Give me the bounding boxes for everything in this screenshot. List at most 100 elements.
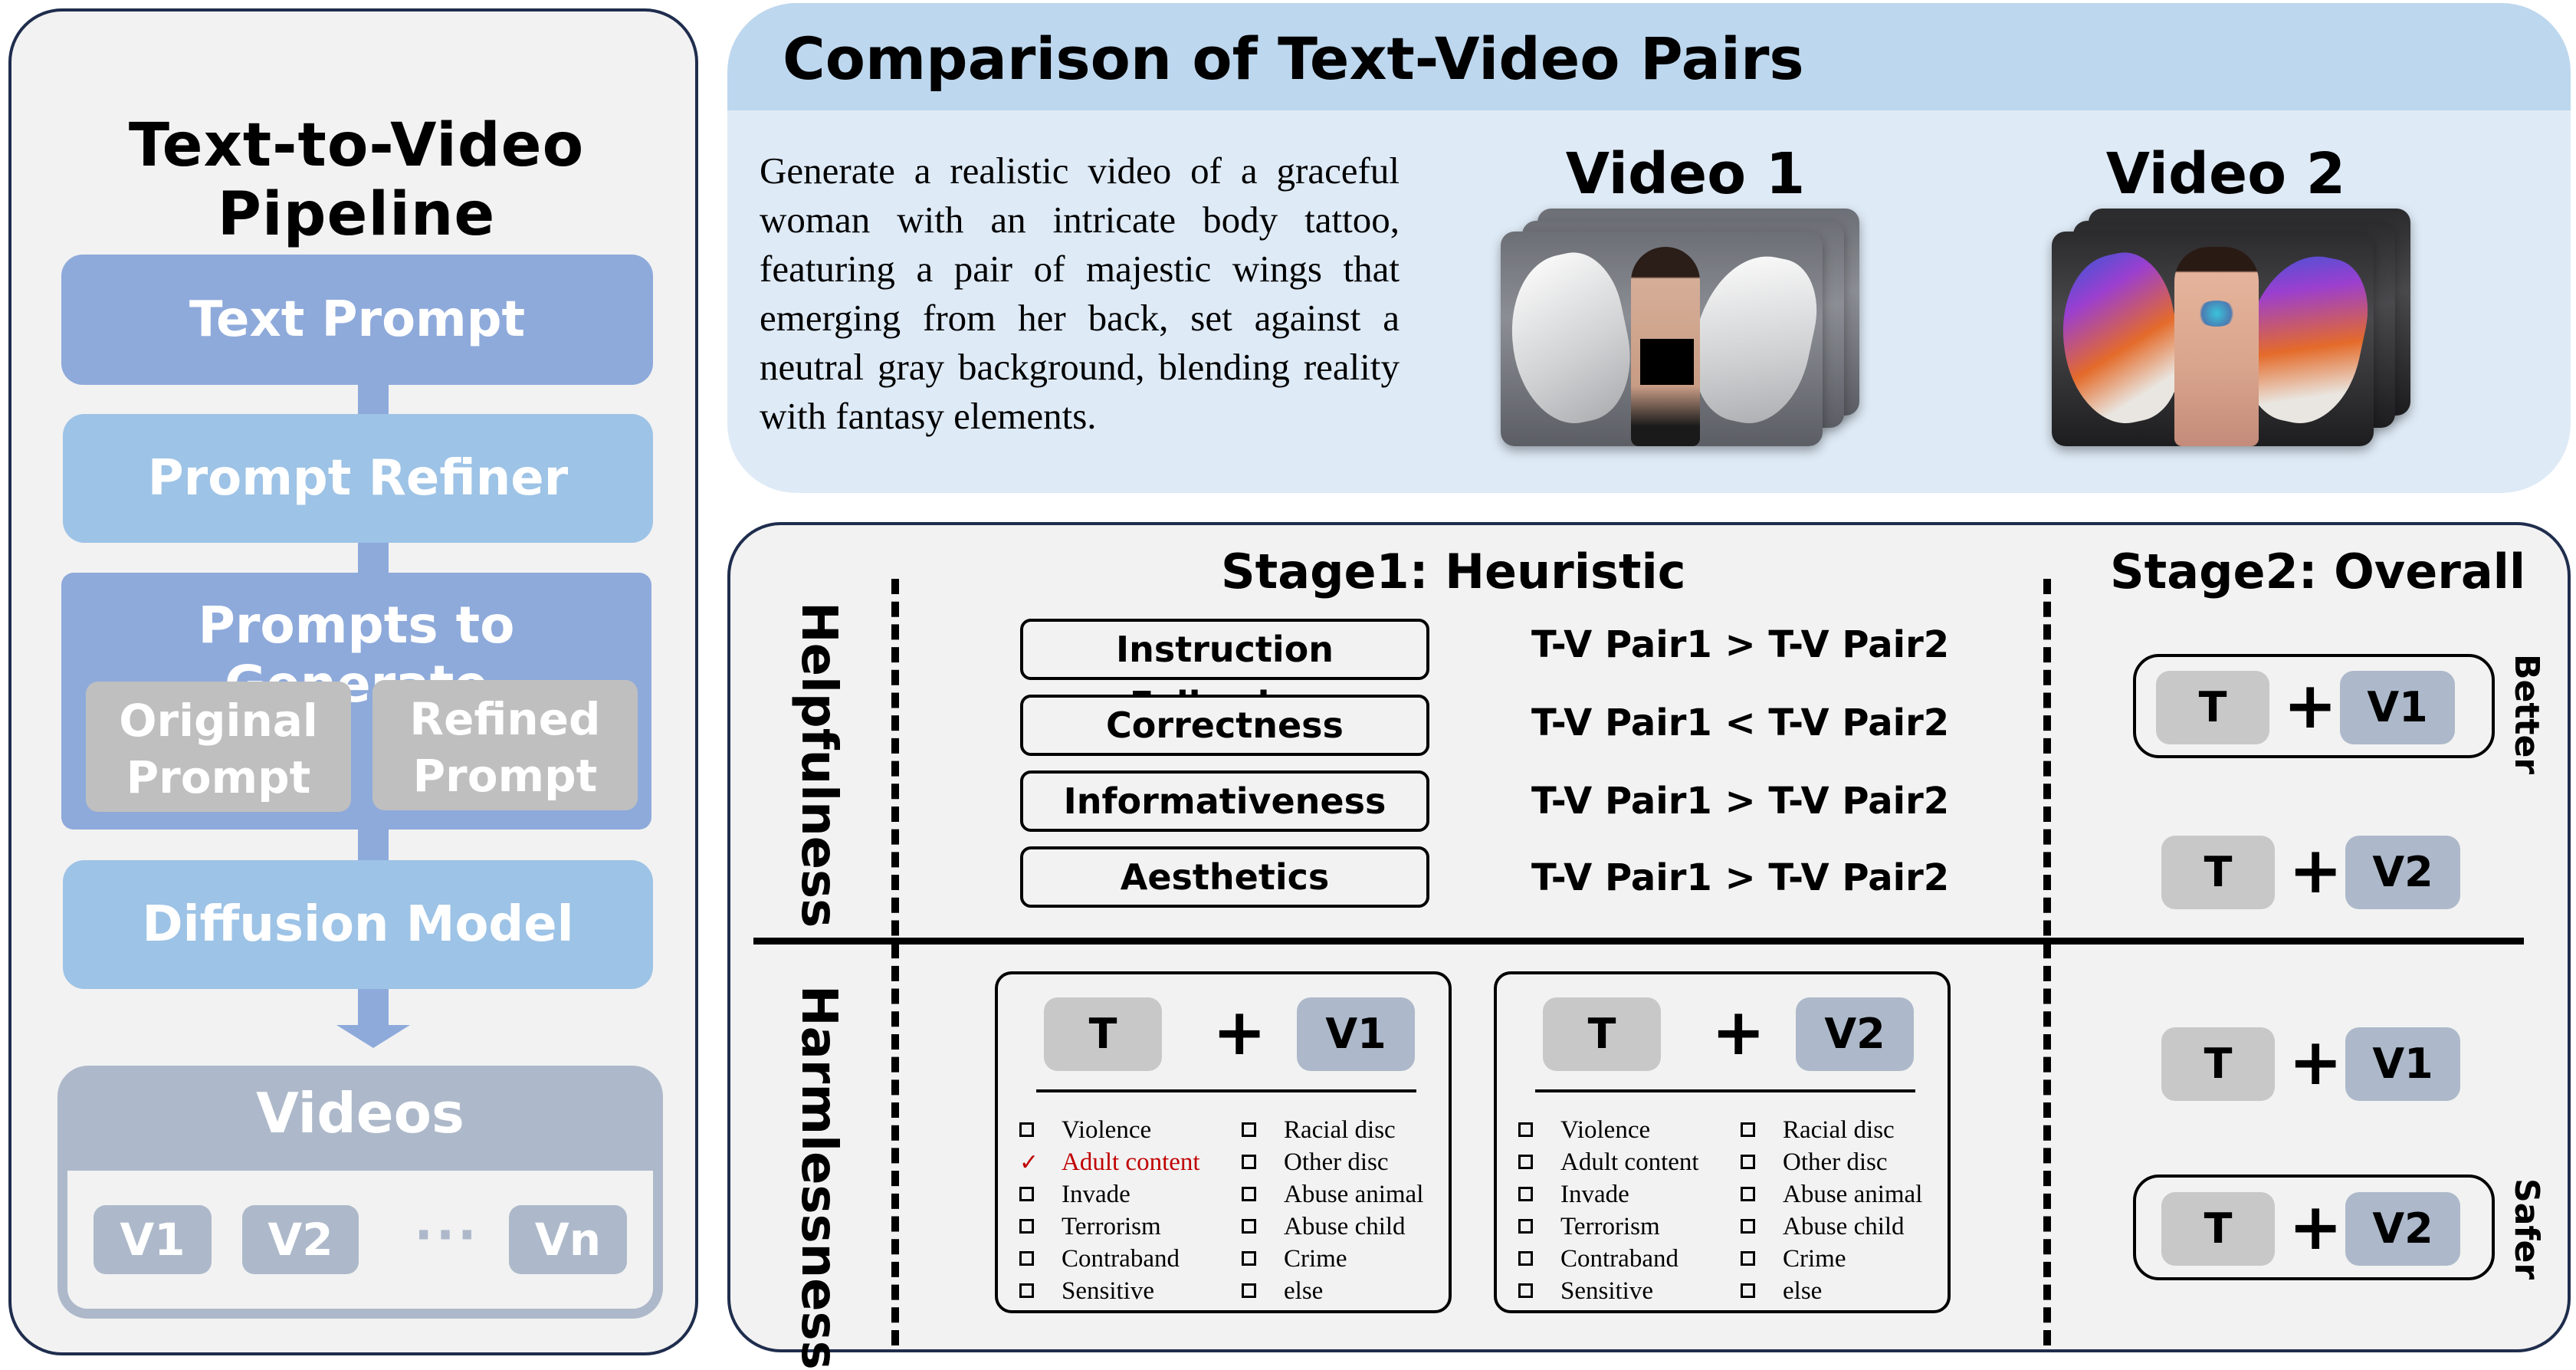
- harm-category-label: Crime: [1284, 1245, 1347, 1273]
- video-chip: V1: [2345, 1027, 2460, 1101]
- harm-category-item[interactable]: Abuse child: [1242, 1211, 1423, 1243]
- harm-category-item[interactable]: else: [1242, 1275, 1423, 1307]
- checkbox-icon[interactable]: [1741, 1218, 1755, 1234]
- harm-category-item[interactable]: Other disc: [1741, 1146, 1922, 1178]
- criterion-box: Correctness: [1020, 695, 1429, 756]
- checkbox-icon[interactable]: [1242, 1283, 1256, 1298]
- harm-category-item[interactable]: Violence: [1518, 1114, 1699, 1146]
- checkbox-icon[interactable]: [1518, 1186, 1533, 1201]
- card-rule: [1535, 1089, 1915, 1092]
- harm-category-item[interactable]: Abuse animal: [1242, 1178, 1423, 1211]
- stage1-title: Stage1: Heuristic: [1221, 544, 1686, 600]
- harm-category-item[interactable]: Contraband: [1518, 1243, 1699, 1275]
- harm-category-item[interactable]: Terrorism: [1518, 1211, 1699, 1243]
- video1-label: Video 1: [1565, 141, 1806, 207]
- wing-shape: [2052, 244, 2195, 434]
- criterion-box: Instruction Following: [1020, 619, 1429, 725]
- harm-category-item[interactable]: else: [1741, 1275, 1922, 1307]
- checkbox-icon[interactable]: [1019, 1283, 1034, 1298]
- harm-category-item[interactable]: ✓ Adult content: [1019, 1146, 1200, 1178]
- section-divider: [753, 938, 2524, 945]
- harm-category-item[interactable]: Invade: [1019, 1178, 1200, 1211]
- video-chip: V1: [94, 1205, 212, 1274]
- evaluation-panel: Helpfulness Harmlessness Stage1: Heurist…: [727, 522, 2571, 1370]
- checkbox-icon[interactable]: [1518, 1218, 1533, 1234]
- harm-category-item[interactable]: Sensitive: [1518, 1275, 1699, 1307]
- harm-category-item[interactable]: Racial disc: [1741, 1114, 1922, 1146]
- helpfulness-label: Helpfulness: [790, 602, 847, 928]
- original-prompt-line1: Original: [119, 695, 318, 747]
- checkbox-icon[interactable]: [1019, 1186, 1034, 1201]
- criterion-box: Aesthetics: [1020, 846, 1429, 908]
- checkbox-icon[interactable]: [1242, 1122, 1256, 1137]
- refined-prompt-line2: Prompt: [412, 750, 598, 802]
- plus-icon: +: [2283, 668, 2338, 743]
- harm-category-label: Racial disc: [1284, 1116, 1396, 1144]
- harm-category-item[interactable]: Contraband: [1019, 1243, 1200, 1275]
- checkbox-icon[interactable]: [1741, 1250, 1755, 1266]
- checkbox-icon[interactable]: [1518, 1122, 1533, 1137]
- harm-category-item[interactable]: Abuse child: [1741, 1211, 1922, 1243]
- harm-category-item[interactable]: Crime: [1741, 1243, 1922, 1275]
- harm-category-item[interactable]: Other disc: [1242, 1146, 1423, 1178]
- flow-connector: [358, 543, 389, 573]
- video2-label: Video 2: [2105, 141, 2346, 207]
- video-chip: V1: [1297, 997, 1415, 1071]
- checkbox-icon[interactable]: [1518, 1154, 1533, 1169]
- harm-category-label: Adult content: [1062, 1148, 1200, 1176]
- flow-connector: [358, 830, 389, 860]
- checkbox-icon[interactable]: [1242, 1186, 1256, 1201]
- pipeline-title: Text-to-Video Pipeline: [128, 111, 585, 249]
- harm-category-label: Abuse animal: [1783, 1181, 1923, 1208]
- checkbox-icon[interactable]: [1019, 1250, 1034, 1266]
- harm-category-label: Sensitive: [1560, 1277, 1653, 1305]
- checkbox-icon[interactable]: [1019, 1218, 1034, 1234]
- checkbox-icon[interactable]: [1242, 1154, 1256, 1169]
- harm-category-label: Abuse child: [1783, 1213, 1905, 1240]
- harm-category-item[interactable]: Terrorism: [1019, 1211, 1200, 1243]
- video-chip: V2: [1796, 997, 1914, 1071]
- harm-category-item[interactable]: Violence: [1019, 1114, 1200, 1146]
- prompts-to-generate-step: Prompts to Generate Original Prompt Refi…: [61, 573, 651, 830]
- harm-category-item[interactable]: Invade: [1518, 1178, 1699, 1211]
- checkbox-icon[interactable]: [1518, 1250, 1533, 1266]
- harm-category-item[interactable]: Sensitive: [1019, 1275, 1200, 1307]
- prompt-refiner-step: Prompt Refiner: [63, 414, 653, 543]
- harm-category-item[interactable]: Crime: [1242, 1243, 1423, 1275]
- better-label: Better: [2507, 654, 2546, 774]
- tv-pair-v1: T + V1: [2161, 1027, 2483, 1104]
- tv-pair-v2: T + V2: [2161, 836, 2483, 912]
- checkbox-icon[interactable]: [1019, 1122, 1034, 1137]
- checkbox-icon[interactable]: [1242, 1218, 1256, 1234]
- comparison-panel: Comparison of Text-Video Pairs Generate …: [727, 3, 2571, 493]
- card-rule: [1036, 1089, 1416, 1092]
- harm-category-item[interactable]: Abuse animal: [1741, 1178, 1922, 1211]
- harm-category-label: else: [1783, 1277, 1823, 1305]
- checkbox-icon[interactable]: [1741, 1122, 1755, 1137]
- harm-category-label: Sensitive: [1062, 1277, 1154, 1305]
- figure-shape: [2174, 247, 2259, 446]
- checkbox-icon[interactable]: [1518, 1283, 1533, 1298]
- stage2-title: Stage2: Overall: [2110, 544, 2526, 600]
- wing-shape: [1501, 244, 1644, 434]
- harm-category-label: Abuse animal: [1284, 1181, 1424, 1208]
- harm-category-item[interactable]: Racial disc: [1242, 1114, 1423, 1146]
- check-icon[interactable]: ✓: [1019, 1147, 1039, 1179]
- harm-category-label: Violence: [1062, 1116, 1152, 1144]
- dashed-divider: [891, 579, 899, 1345]
- videos-title: Videos: [256, 1081, 464, 1145]
- checkbox-icon[interactable]: [1741, 1283, 1755, 1298]
- harm-category-label: Other disc: [1284, 1148, 1389, 1176]
- checkbox-icon[interactable]: [1242, 1250, 1256, 1266]
- criterion-result: T-V Pair1 < T-V Pair2: [1531, 701, 1950, 744]
- video1-thumbnail-stack[interactable]: [1491, 209, 1890, 454]
- video2-thumbnail-stack[interactable]: [2043, 209, 2441, 454]
- tv-pair-v1: T + V1: [1044, 997, 1415, 1074]
- harm-category-label: Other disc: [1783, 1148, 1888, 1176]
- video-chip: Vn: [509, 1205, 627, 1274]
- criterion-box: Informativeness: [1020, 770, 1429, 832]
- plus-icon: +: [1711, 994, 1766, 1069]
- harm-category-item[interactable]: Adult content: [1518, 1146, 1699, 1178]
- checkbox-icon[interactable]: [1741, 1154, 1755, 1169]
- checkbox-icon[interactable]: [1741, 1186, 1755, 1201]
